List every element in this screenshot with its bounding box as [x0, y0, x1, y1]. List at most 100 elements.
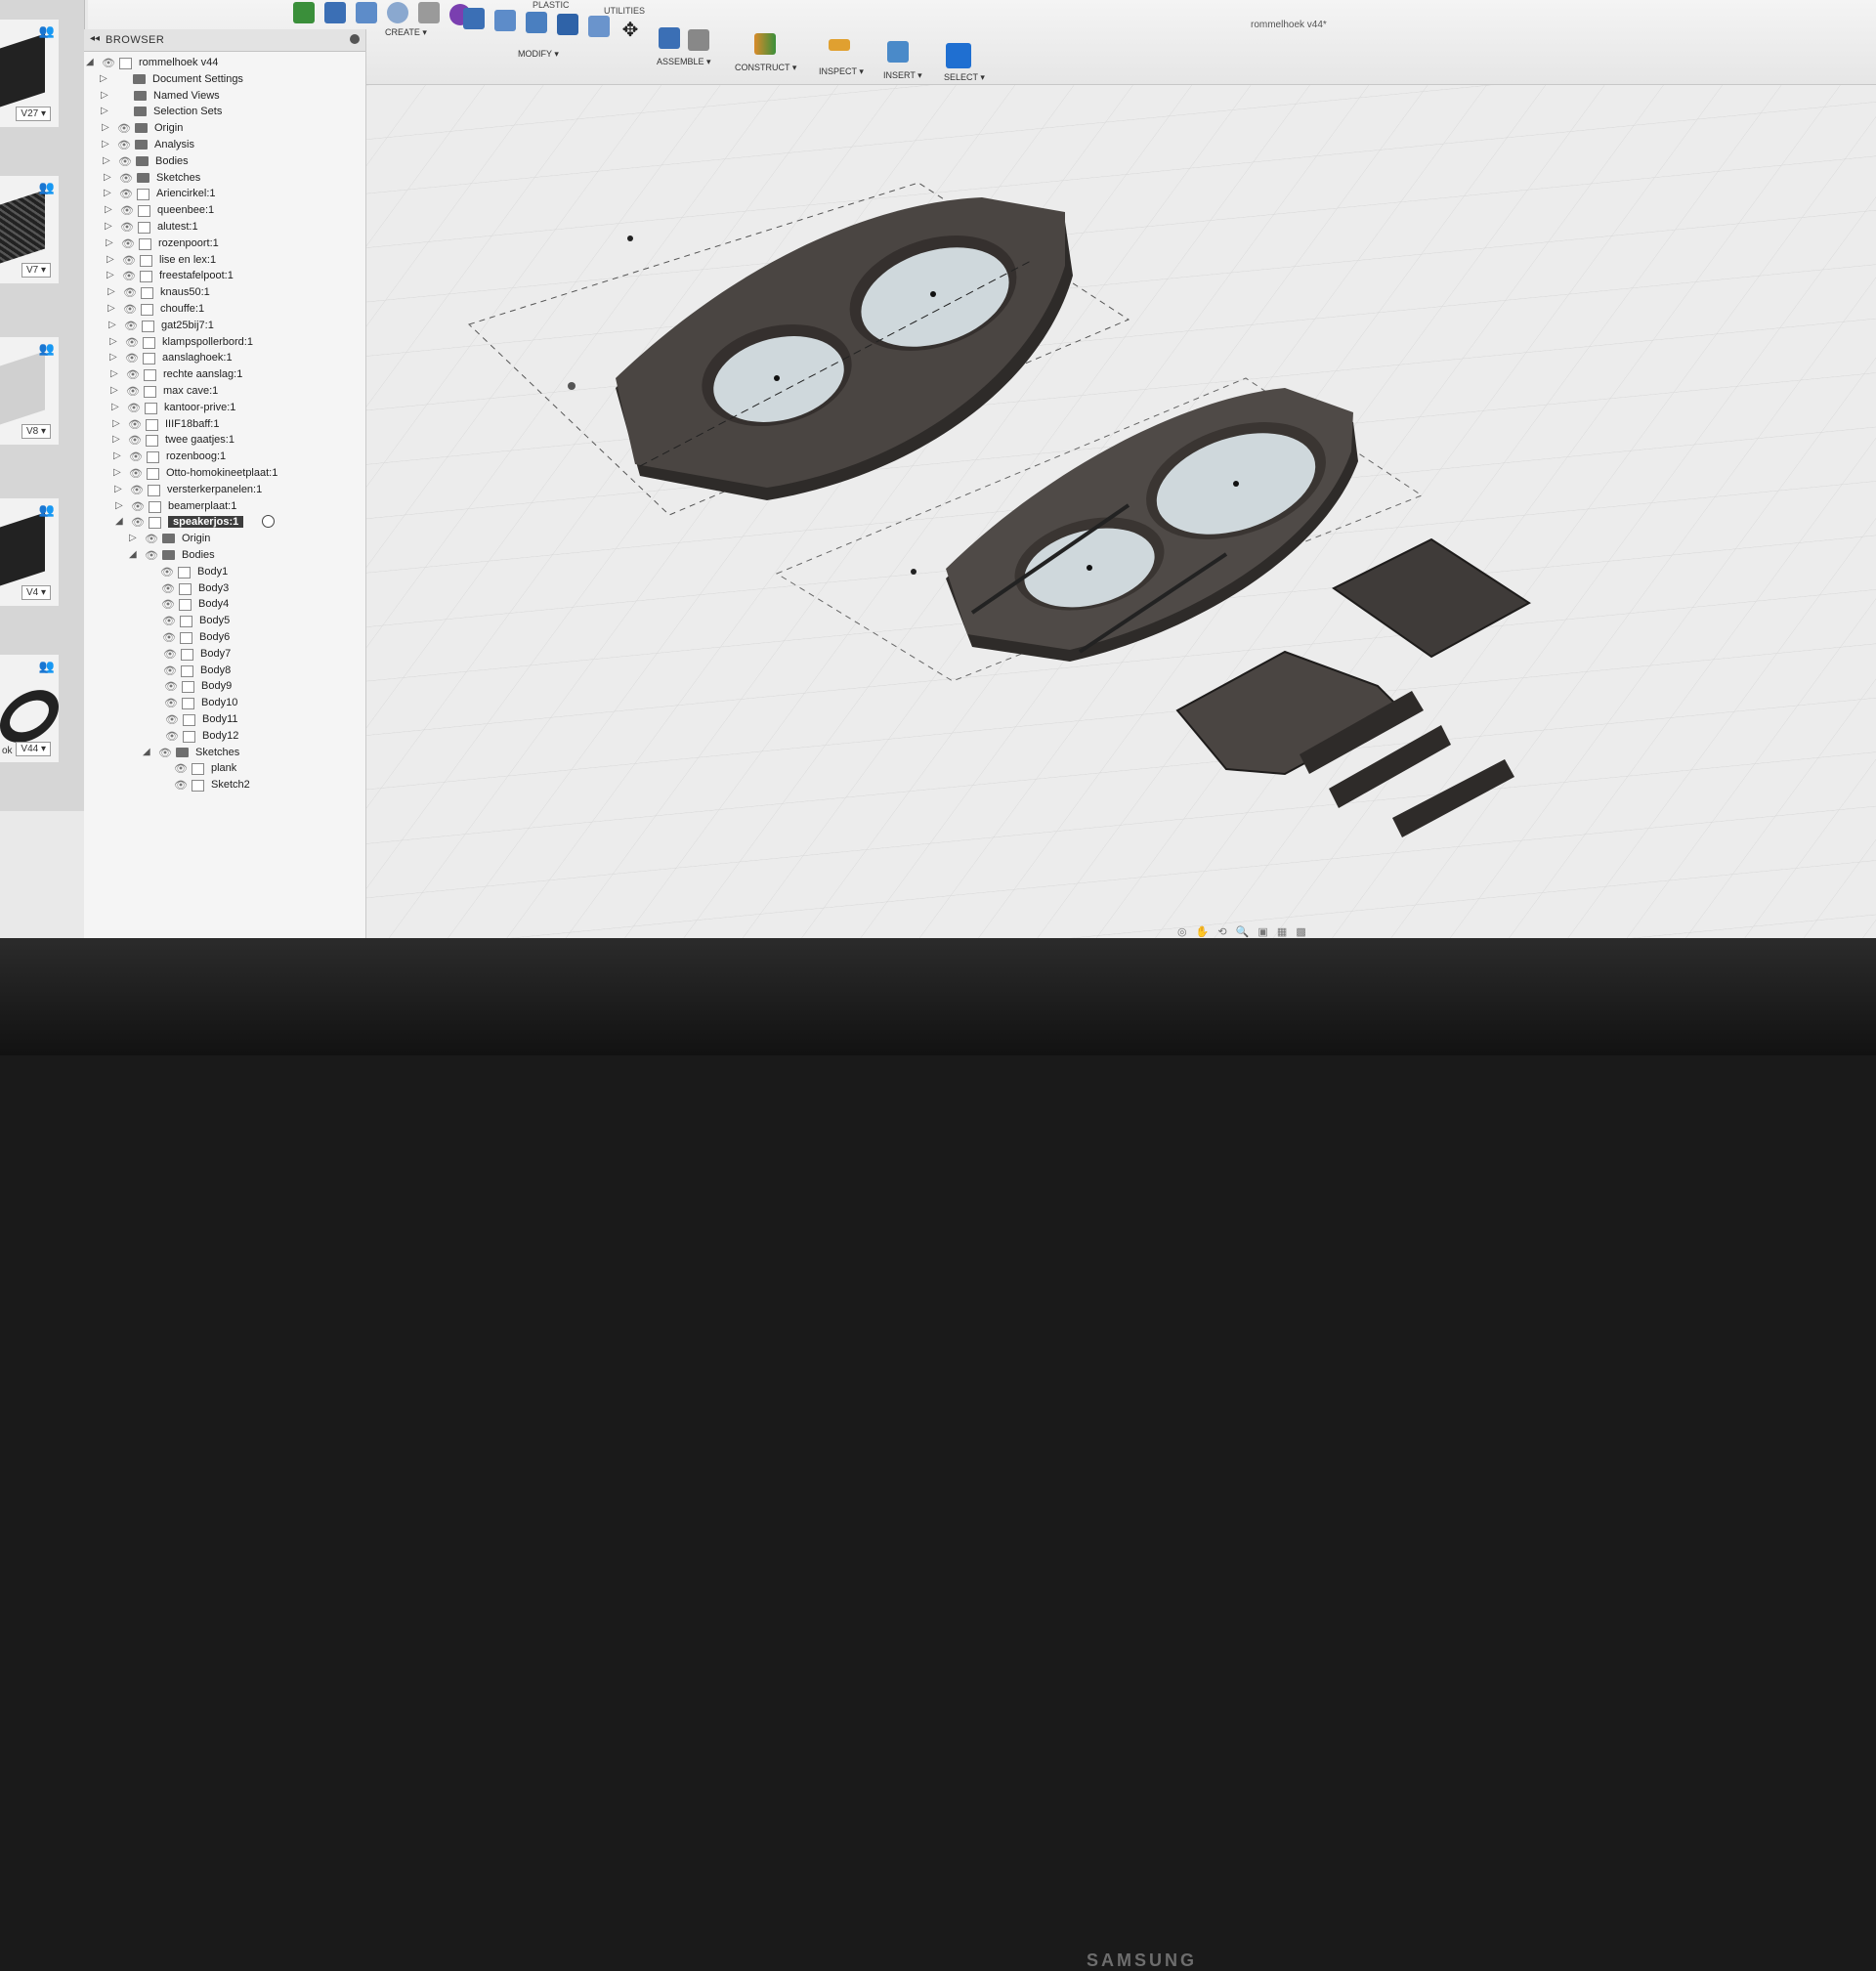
fillet-icon[interactable] — [494, 10, 516, 31]
expand-icon[interactable]: ▷ — [107, 303, 115, 314]
tree-item[interactable]: ▷ 👁 klampspollerbord:1 — [84, 334, 365, 352]
visibility-icon[interactable]: 👁 — [129, 467, 143, 480]
new-component-icon[interactable] — [659, 27, 680, 49]
expand-icon[interactable]: ▷ — [107, 286, 115, 297]
tree-item[interactable]: ▷ 👁 lise en lex:1 — [84, 252, 365, 270]
sketch-point[interactable] — [627, 236, 633, 241]
expand-icon[interactable]: ▷ — [110, 385, 118, 396]
tree-item[interactable]: ▷ 👁 Bodies — [84, 153, 365, 171]
expand-icon[interactable]: ▷ — [113, 450, 121, 461]
offset-plane-icon[interactable] — [754, 33, 776, 55]
measure-icon[interactable] — [829, 39, 850, 51]
tree-item[interactable]: ▷ 👁 twee gaatjes:1 — [84, 432, 365, 450]
visibility-icon[interactable]: 👁 — [102, 57, 115, 69]
collapse-icon[interactable]: ◢ — [86, 57, 94, 67]
visibility-icon[interactable]: 👁 — [161, 582, 175, 595]
file-thumbnail[interactable]: 👥 V7 ▾ — [0, 176, 59, 283]
tree-root[interactable]: ◢ 👁 rommelhoek v44 — [84, 55, 365, 72]
visibility-icon[interactable]: 👁 — [174, 762, 188, 775]
expand-icon[interactable]: ▷ — [101, 106, 108, 116]
version-badge[interactable]: V7 ▾ — [21, 263, 51, 278]
expand-icon[interactable]: ▷ — [108, 320, 116, 330]
visibility-icon[interactable]: 👁 — [126, 385, 140, 398]
shell-icon[interactable] — [526, 12, 547, 33]
tree-item-body[interactable]: 👁 Body4 — [84, 596, 365, 614]
tree-item[interactable]: ▷ Named Views — [84, 88, 365, 106]
expand-icon[interactable]: ▷ — [101, 90, 108, 101]
visibility-icon[interactable]: 👁 — [128, 434, 142, 447]
canvas-viewport[interactable]: ◎ ✋ ⟲ 🔍 ▣ ▦ ▩ — [366, 85, 1876, 977]
tree-item-active-component[interactable]: ◢ 👁 speakerjos:1 — [84, 514, 365, 532]
collapse-icon[interactable]: ◢ — [129, 549, 137, 560]
expand-icon[interactable]: ▷ — [112, 434, 120, 445]
tree-item-sketch[interactable]: 👁 Sketch2 — [84, 777, 365, 794]
visibility-icon[interactable]: 👁 — [162, 615, 176, 627]
expand-icon[interactable]: ▷ — [114, 484, 122, 494]
tree-item-body[interactable]: 👁 Body7 — [84, 646, 365, 664]
collapse-icon[interactable]: ◢ — [115, 516, 123, 527]
joint-icon[interactable] — [688, 29, 709, 51]
visibility-icon[interactable]: 👁 — [120, 204, 134, 217]
tree-item-body[interactable]: 👁 Body5 — [84, 613, 365, 630]
press-pull-icon[interactable] — [463, 8, 485, 29]
hole-icon[interactable] — [387, 2, 408, 23]
tree-item-body[interactable]: 👁 Body9 — [84, 678, 365, 696]
visibility-icon[interactable]: 👁 — [119, 172, 133, 185]
expand-icon[interactable]: ▷ — [112, 418, 120, 429]
collapse-icon[interactable]: ◂◂ — [90, 33, 100, 44]
file-thumbnail[interactable]: 👥 ok V44 ▾ — [0, 655, 59, 762]
extrude-icon[interactable] — [324, 2, 346, 23]
tree-item[interactable]: ▷ 👁 gat25bij7:1 — [84, 318, 365, 335]
activate-component-icon[interactable] — [262, 515, 275, 529]
sketch-point[interactable] — [911, 569, 917, 575]
visibility-icon[interactable]: 👁 — [165, 730, 179, 743]
version-badge[interactable]: V44 ▾ — [16, 742, 51, 756]
file-thumbnail[interactable]: 👥 V27 ▾ — [0, 20, 59, 127]
revolve-icon[interactable] — [356, 2, 377, 23]
visibility-icon[interactable]: 👁 — [158, 747, 172, 759]
file-thumbnail[interactable]: 👥 V8 ▾ — [0, 337, 59, 445]
visibility-icon[interactable]: 👁 — [174, 779, 188, 792]
tree-item[interactable]: ▷ 👁 max cave:1 — [84, 383, 365, 401]
tree-item[interactable]: ▷ 👁 knaus50:1 — [84, 284, 365, 302]
visibility-icon[interactable]: 👁 — [164, 680, 178, 693]
visibility-icon[interactable]: 👁 — [124, 320, 138, 332]
visibility-icon[interactable]: 👁 — [163, 664, 177, 677]
expand-icon[interactable]: ▷ — [100, 73, 107, 84]
file-thumbnail[interactable]: 👥 V4 ▾ — [0, 498, 59, 606]
visibility-icon[interactable]: 👁 — [121, 237, 135, 250]
visibility-icon[interactable]: 👁 — [117, 122, 131, 135]
tree-item-body[interactable]: 👁 Body8 — [84, 663, 365, 680]
visibility-icon[interactable]: 👁 — [145, 533, 158, 545]
expand-icon[interactable]: ▷ — [113, 467, 121, 478]
tree-item[interactable]: ▷ 👁 Sketches — [84, 170, 365, 188]
expand-icon[interactable]: ▷ — [109, 352, 117, 363]
tree-item[interactable]: ▷ 👁 aanslaghoek:1 — [84, 350, 365, 367]
tree-item-body[interactable]: 👁 Body3 — [84, 580, 365, 598]
visibility-icon[interactable]: 👁 — [123, 286, 137, 299]
visibility-icon[interactable]: 👁 — [127, 402, 141, 414]
visibility-icon[interactable]: 👁 — [125, 352, 139, 364]
expand-icon[interactable]: ▷ — [102, 122, 109, 133]
tree-item[interactable]: ▷ 👁 rozenboog:1 — [84, 449, 365, 466]
visibility-icon[interactable]: 👁 — [162, 631, 176, 644]
modify-menu[interactable]: MODIFY ▾ — [518, 49, 559, 60]
tree-item[interactable]: ▷ Selection Sets — [84, 104, 365, 121]
tree-item[interactable]: ▷ 👁 Otto-homokineetplaat:1 — [84, 465, 365, 483]
expand-icon[interactable]: ▷ — [129, 533, 137, 543]
tree-item[interactable]: ▷ 👁 chouffe:1 — [84, 301, 365, 319]
create-menu[interactable]: CREATE ▾ — [385, 27, 427, 38]
tree-item[interactable]: ▷ 👁 IIIF18baff:1 — [84, 416, 365, 434]
visibility-icon[interactable]: 👁 — [122, 254, 136, 267]
tree-item-sketch[interactable]: 👁 plank — [84, 760, 365, 778]
tree-item[interactable]: ▷ 👁 Origin — [84, 120, 365, 138]
visibility-icon[interactable]: 👁 — [125, 336, 139, 349]
visibility-icon[interactable]: 👁 — [130, 484, 144, 496]
expand-icon[interactable]: ▷ — [104, 188, 111, 198]
new-component-icon[interactable] — [293, 2, 315, 23]
insert-menu[interactable]: INSERT ▾ — [883, 70, 922, 81]
expand-icon[interactable]: ▷ — [109, 336, 117, 347]
inspect-menu[interactable]: INSPECT ▾ — [819, 66, 864, 77]
tree-item[interactable]: ▷ 👁 queenbee:1 — [84, 202, 365, 220]
split-icon[interactable] — [588, 16, 610, 37]
